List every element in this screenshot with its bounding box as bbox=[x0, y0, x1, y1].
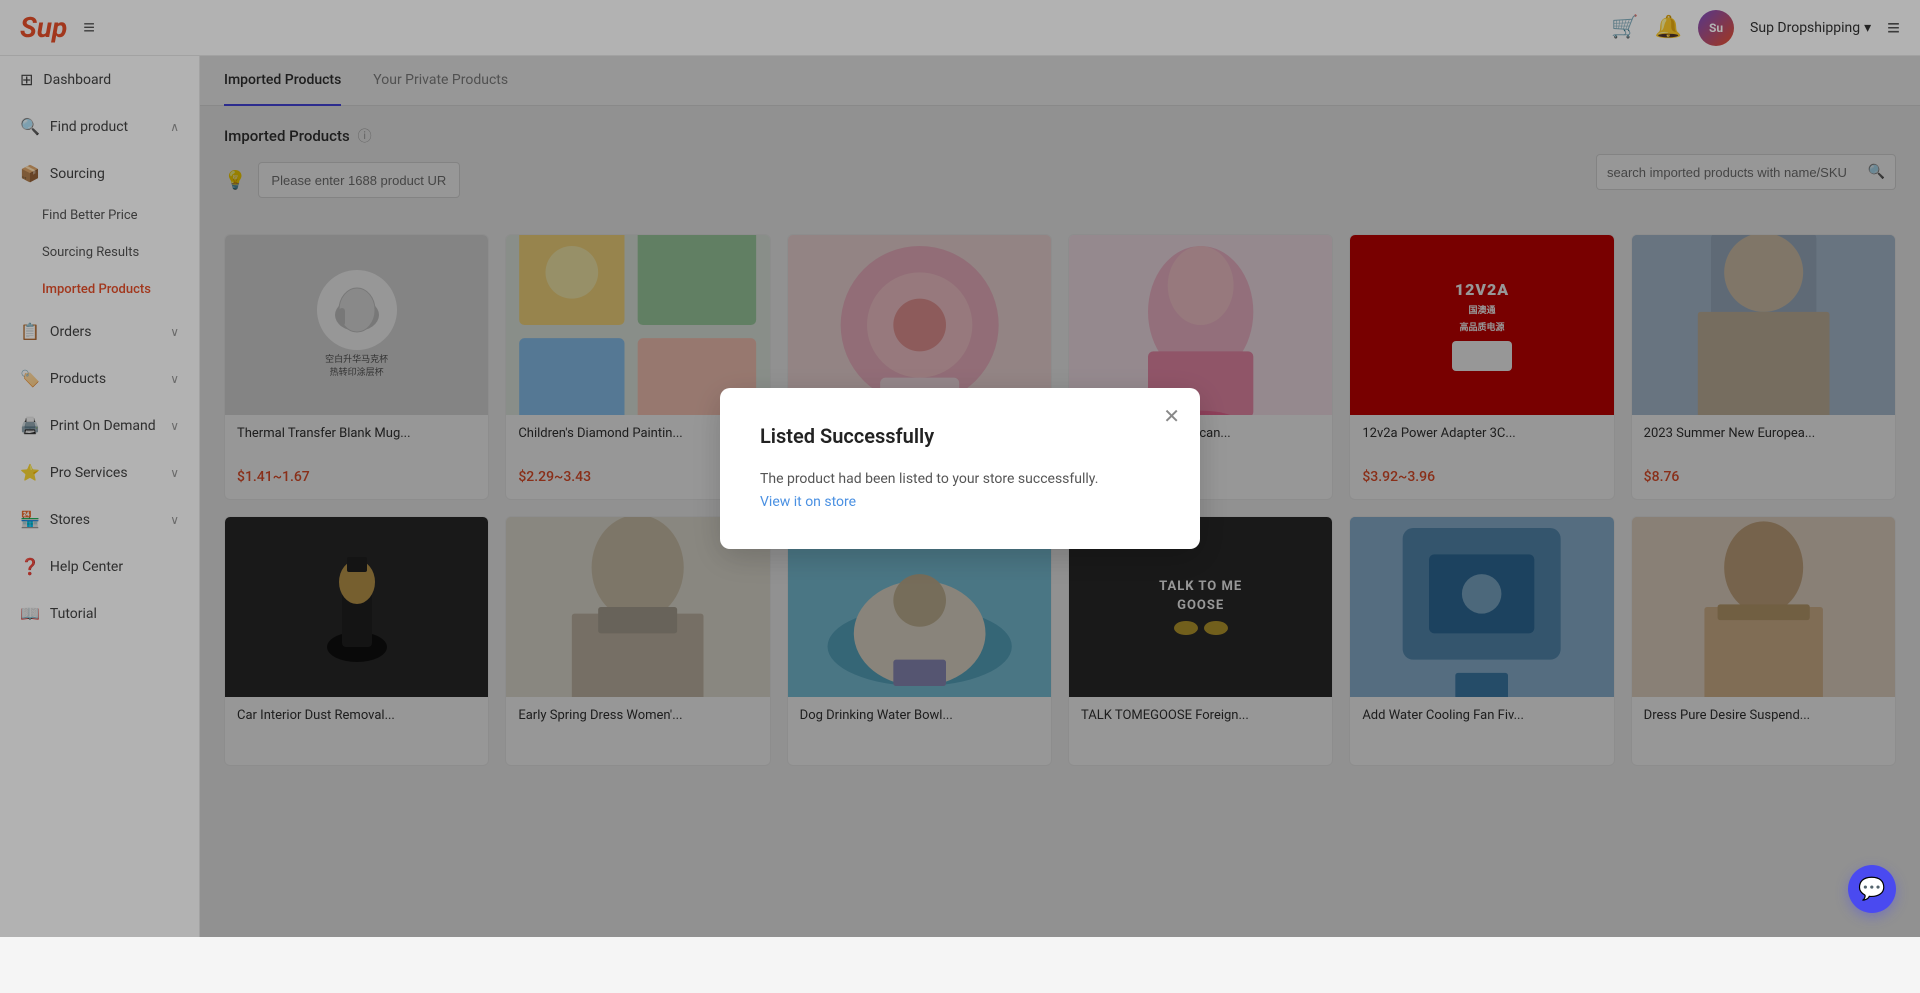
modal: ✕ Listed Successfully The product had be… bbox=[720, 388, 1200, 549]
modal-title: Listed Successfully bbox=[760, 424, 1160, 448]
modal-body-text: The product had been listed to your stor… bbox=[760, 471, 1098, 487]
modal-overlay[interactable]: ✕ Listed Successfully The product had be… bbox=[0, 0, 1920, 937]
modal-body: The product had been listed to your stor… bbox=[760, 468, 1160, 513]
chat-button[interactable]: 💬 bbox=[1848, 865, 1896, 913]
chat-icon: 💬 bbox=[1858, 877, 1885, 902]
view-on-store-link[interactable]: View it on store bbox=[760, 494, 856, 510]
modal-close-button[interactable]: ✕ bbox=[1163, 404, 1180, 429]
